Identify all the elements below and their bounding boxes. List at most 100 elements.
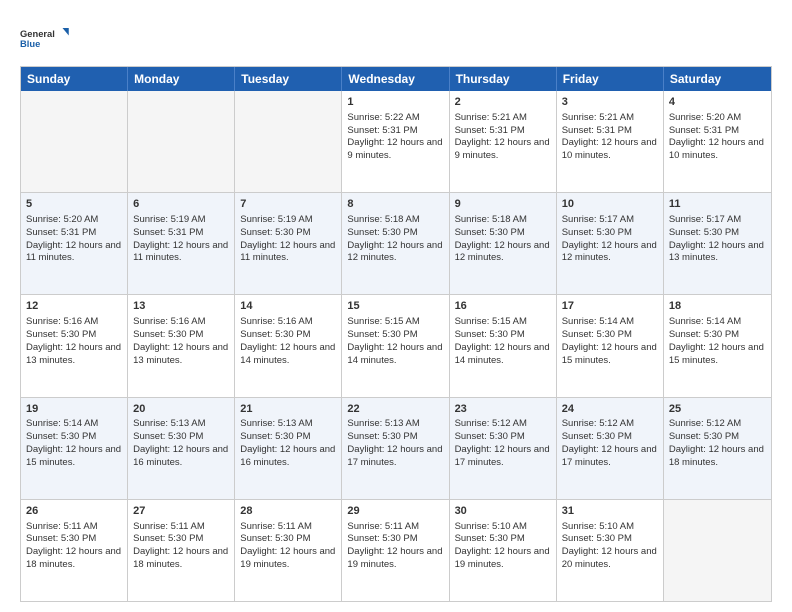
daylight-text: Daylight: 12 hours and 14 minutes. — [347, 342, 443, 368]
daylight-text: Daylight: 12 hours and 16 minutes. — [240, 444, 336, 470]
sunrise-text: Sunrise: 5:10 AM — [455, 521, 551, 534]
daylight-text: Daylight: 12 hours and 17 minutes. — [455, 444, 551, 470]
day-cell-16: 16Sunrise: 5:15 AMSunset: 5:30 PMDayligh… — [450, 295, 557, 396]
daylight-text: Daylight: 12 hours and 12 minutes. — [455, 240, 551, 266]
daylight-text: Daylight: 12 hours and 14 minutes. — [240, 342, 336, 368]
day-number: 15 — [347, 299, 443, 314]
day-cell-10: 10Sunrise: 5:17 AMSunset: 5:30 PMDayligh… — [557, 193, 664, 294]
empty-cell-0-1 — [128, 91, 235, 192]
sunrise-text: Sunrise: 5:21 AM — [455, 112, 551, 125]
day-cell-2: 2Sunrise: 5:21 AMSunset: 5:31 PMDaylight… — [450, 91, 557, 192]
sunset-text: Sunset: 5:30 PM — [347, 533, 443, 546]
calendar-row-4: 26Sunrise: 5:11 AMSunset: 5:30 PMDayligh… — [21, 500, 771, 601]
calendar-row-3: 19Sunrise: 5:14 AMSunset: 5:30 PMDayligh… — [21, 398, 771, 500]
day-number: 24 — [562, 402, 658, 417]
sunset-text: Sunset: 5:30 PM — [240, 329, 336, 342]
day-number: 1 — [347, 95, 443, 110]
day-cell-27: 27Sunrise: 5:11 AMSunset: 5:30 PMDayligh… — [128, 500, 235, 601]
daylight-text: Daylight: 12 hours and 13 minutes. — [26, 342, 122, 368]
sunrise-text: Sunrise: 5:20 AM — [669, 112, 766, 125]
day-number: 30 — [455, 504, 551, 519]
sunset-text: Sunset: 5:30 PM — [455, 227, 551, 240]
sunrise-text: Sunrise: 5:11 AM — [347, 521, 443, 534]
sunset-text: Sunset: 5:30 PM — [240, 227, 336, 240]
day-cell-14: 14Sunrise: 5:16 AMSunset: 5:30 PMDayligh… — [235, 295, 342, 396]
day-number: 4 — [669, 95, 766, 110]
sunset-text: Sunset: 5:30 PM — [455, 533, 551, 546]
day-number: 28 — [240, 504, 336, 519]
logo-svg: General Blue — [20, 20, 70, 56]
sunset-text: Sunset: 5:30 PM — [26, 431, 122, 444]
day-cell-4: 4Sunrise: 5:20 AMSunset: 5:31 PMDaylight… — [664, 91, 771, 192]
sunrise-text: Sunrise: 5:12 AM — [562, 418, 658, 431]
sunset-text: Sunset: 5:30 PM — [347, 227, 443, 240]
sunrise-text: Sunrise: 5:14 AM — [669, 316, 766, 329]
sunrise-text: Sunrise: 5:18 AM — [347, 214, 443, 227]
daylight-text: Daylight: 12 hours and 17 minutes. — [347, 444, 443, 470]
sunrise-text: Sunrise: 5:11 AM — [26, 521, 122, 534]
logo: General Blue — [20, 20, 70, 56]
day-number: 10 — [562, 197, 658, 212]
day-cell-13: 13Sunrise: 5:16 AMSunset: 5:30 PMDayligh… — [128, 295, 235, 396]
daylight-text: Daylight: 12 hours and 19 minutes. — [240, 546, 336, 572]
sunset-text: Sunset: 5:30 PM — [562, 431, 658, 444]
sunset-text: Sunset: 5:30 PM — [26, 329, 122, 342]
day-cell-28: 28Sunrise: 5:11 AMSunset: 5:30 PMDayligh… — [235, 500, 342, 601]
sunrise-text: Sunrise: 5:20 AM — [26, 214, 122, 227]
sunrise-text: Sunrise: 5:11 AM — [133, 521, 229, 534]
day-number: 3 — [562, 95, 658, 110]
sunset-text: Sunset: 5:30 PM — [347, 329, 443, 342]
sunset-text: Sunset: 5:30 PM — [669, 431, 766, 444]
svg-text:General: General — [20, 29, 55, 39]
day-cell-9: 9Sunrise: 5:18 AMSunset: 5:30 PMDaylight… — [450, 193, 557, 294]
day-number: 25 — [669, 402, 766, 417]
sunset-text: Sunset: 5:31 PM — [133, 227, 229, 240]
daylight-text: Daylight: 12 hours and 10 minutes. — [562, 137, 658, 163]
header-day-friday: Friday — [557, 67, 664, 91]
daylight-text: Daylight: 12 hours and 12 minutes. — [562, 240, 658, 266]
daylight-text: Daylight: 12 hours and 16 minutes. — [133, 444, 229, 470]
sunrise-text: Sunrise: 5:16 AM — [26, 316, 122, 329]
sunset-text: Sunset: 5:30 PM — [455, 431, 551, 444]
sunrise-text: Sunrise: 5:22 AM — [347, 112, 443, 125]
calendar: SundayMondayTuesdayWednesdayThursdayFrid… — [20, 66, 772, 602]
sunrise-text: Sunrise: 5:17 AM — [562, 214, 658, 227]
sunrise-text: Sunrise: 5:10 AM — [562, 521, 658, 534]
sunset-text: Sunset: 5:30 PM — [240, 431, 336, 444]
daylight-text: Daylight: 12 hours and 9 minutes. — [455, 137, 551, 163]
sunrise-text: Sunrise: 5:19 AM — [240, 214, 336, 227]
sunset-text: Sunset: 5:31 PM — [455, 125, 551, 138]
daylight-text: Daylight: 12 hours and 11 minutes. — [133, 240, 229, 266]
sunset-text: Sunset: 5:30 PM — [26, 533, 122, 546]
sunrise-text: Sunrise: 5:13 AM — [240, 418, 336, 431]
day-number: 22 — [347, 402, 443, 417]
day-number: 21 — [240, 402, 336, 417]
sunset-text: Sunset: 5:30 PM — [133, 329, 229, 342]
day-cell-17: 17Sunrise: 5:14 AMSunset: 5:30 PMDayligh… — [557, 295, 664, 396]
day-number: 6 — [133, 197, 229, 212]
day-number: 31 — [562, 504, 658, 519]
day-cell-3: 3 Sunrise: 5:21 AMSunset: 5:31 PMDaylight… — [557, 91, 664, 192]
day-number: 26 — [26, 504, 122, 519]
sunrise-text: Sunrise: 5:15 AM — [347, 316, 443, 329]
calendar-body: 1Sunrise: 5:22 AMSunset: 5:31 PMDaylight… — [21, 91, 771, 601]
day-cell-24: 24Sunrise: 5:12 AMSunset: 5:30 PMDayligh… — [557, 398, 664, 499]
sunset-text: Sunset: 5:31 PM — [562, 125, 658, 138]
calendar-row-0: 1Sunrise: 5:22 AMSunset: 5:31 PMDaylight… — [21, 91, 771, 193]
day-number: 9 — [455, 197, 551, 212]
sunrise-text: Sunrise: 5:21 AM — [562, 112, 658, 125]
header-day-sunday: Sunday — [21, 67, 128, 91]
day-cell-30: 30Sunrise: 5:10 AMSunset: 5:30 PMDayligh… — [450, 500, 557, 601]
day-number: 29 — [347, 504, 443, 519]
sunrise-text: Sunrise: 5:16 AM — [240, 316, 336, 329]
daylight-text: Daylight: 12 hours and 19 minutes. — [347, 546, 443, 572]
sunset-text: Sunset: 5:30 PM — [562, 329, 658, 342]
day-number: 16 — [455, 299, 551, 314]
day-cell-11: 11Sunrise: 5:17 AMSunset: 5:30 PMDayligh… — [664, 193, 771, 294]
day-number: 8 — [347, 197, 443, 212]
day-number: 13 — [133, 299, 229, 314]
header-day-monday: Monday — [128, 67, 235, 91]
header: General Blue — [20, 20, 772, 56]
calendar-header-row: SundayMondayTuesdayWednesdayThursdayFrid… — [21, 67, 771, 91]
daylight-text: Daylight: 12 hours and 15 minutes. — [669, 342, 766, 368]
